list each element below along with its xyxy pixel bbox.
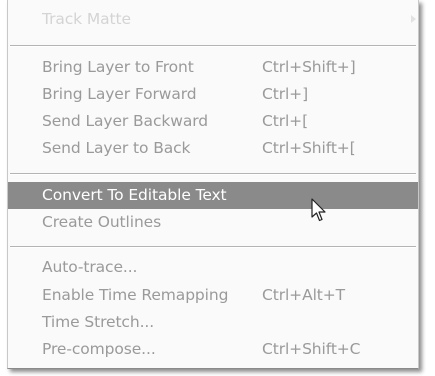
- menu-item-auto-trace[interactable]: Auto-trace...: [8, 254, 418, 281]
- menu-item-send-layer-to-back[interactable]: Send Layer to Back Ctrl+Shift+[: [8, 135, 418, 162]
- menu-item-label: Bring Layer Forward: [42, 85, 197, 103]
- menu-item-label: Bring Layer to Front: [42, 58, 194, 76]
- menu-item-label: Enable Time Remapping: [42, 286, 229, 304]
- menu-separator: [10, 45, 416, 47]
- menu-item-shortcut: Ctrl+Shift+C: [262, 340, 361, 358]
- menu-item-label: Auto-trace...: [42, 258, 138, 276]
- menu-item-label: Time Stretch...: [42, 313, 155, 331]
- menu-item-send-layer-backward[interactable]: Send Layer Backward Ctrl+[: [8, 108, 418, 135]
- menu-item-bring-layer-to-front[interactable]: Bring Layer to Front Ctrl+Shift+]: [8, 54, 418, 81]
- menu-item-bring-layer-forward[interactable]: Bring Layer Forward Ctrl+]: [8, 81, 418, 108]
- menu-item-shortcut: Ctrl+Alt+T: [262, 286, 346, 304]
- submenu-arrow-icon: [411, 15, 416, 23]
- menu-item-label: Create Outlines: [42, 213, 162, 231]
- menu-item-convert-to-editable-text[interactable]: Convert To Editable Text: [8, 182, 418, 209]
- menu-item-track-matte[interactable]: Track Matte: [8, 6, 418, 33]
- menu-item-time-stretch[interactable]: Time Stretch...: [8, 309, 418, 336]
- menu-separator: [10, 246, 416, 248]
- menu-item-create-outlines[interactable]: Create Outlines: [8, 209, 418, 236]
- menu-item-shortcut: Ctrl+]: [262, 85, 309, 103]
- menu-item-shortcut: Ctrl+Shift+[: [262, 139, 356, 157]
- menu-item-label: Send Layer to Back: [42, 139, 191, 157]
- menu-item-shortcut: Ctrl+Shift+]: [262, 58, 356, 76]
- menu-item-enable-time-remapping[interactable]: Enable Time Remapping Ctrl+Alt+T: [8, 282, 418, 309]
- arrow-cursor-icon: [311, 198, 326, 222]
- menu-item-label: Pre-compose...: [42, 340, 156, 358]
- menu-item-pre-compose[interactable]: Pre-compose... Ctrl+Shift+C: [8, 336, 418, 363]
- menu-item-label: Track Matte: [42, 10, 131, 28]
- context-menu: Track Matte Bring Layer to Front Ctrl+Sh…: [7, 0, 419, 369]
- menu-item-label: Convert To Editable Text: [42, 186, 227, 204]
- menu-item-label: Send Layer Backward: [42, 112, 208, 130]
- menu-item-shortcut: Ctrl+[: [262, 112, 309, 130]
- menu-separator: [10, 173, 416, 175]
